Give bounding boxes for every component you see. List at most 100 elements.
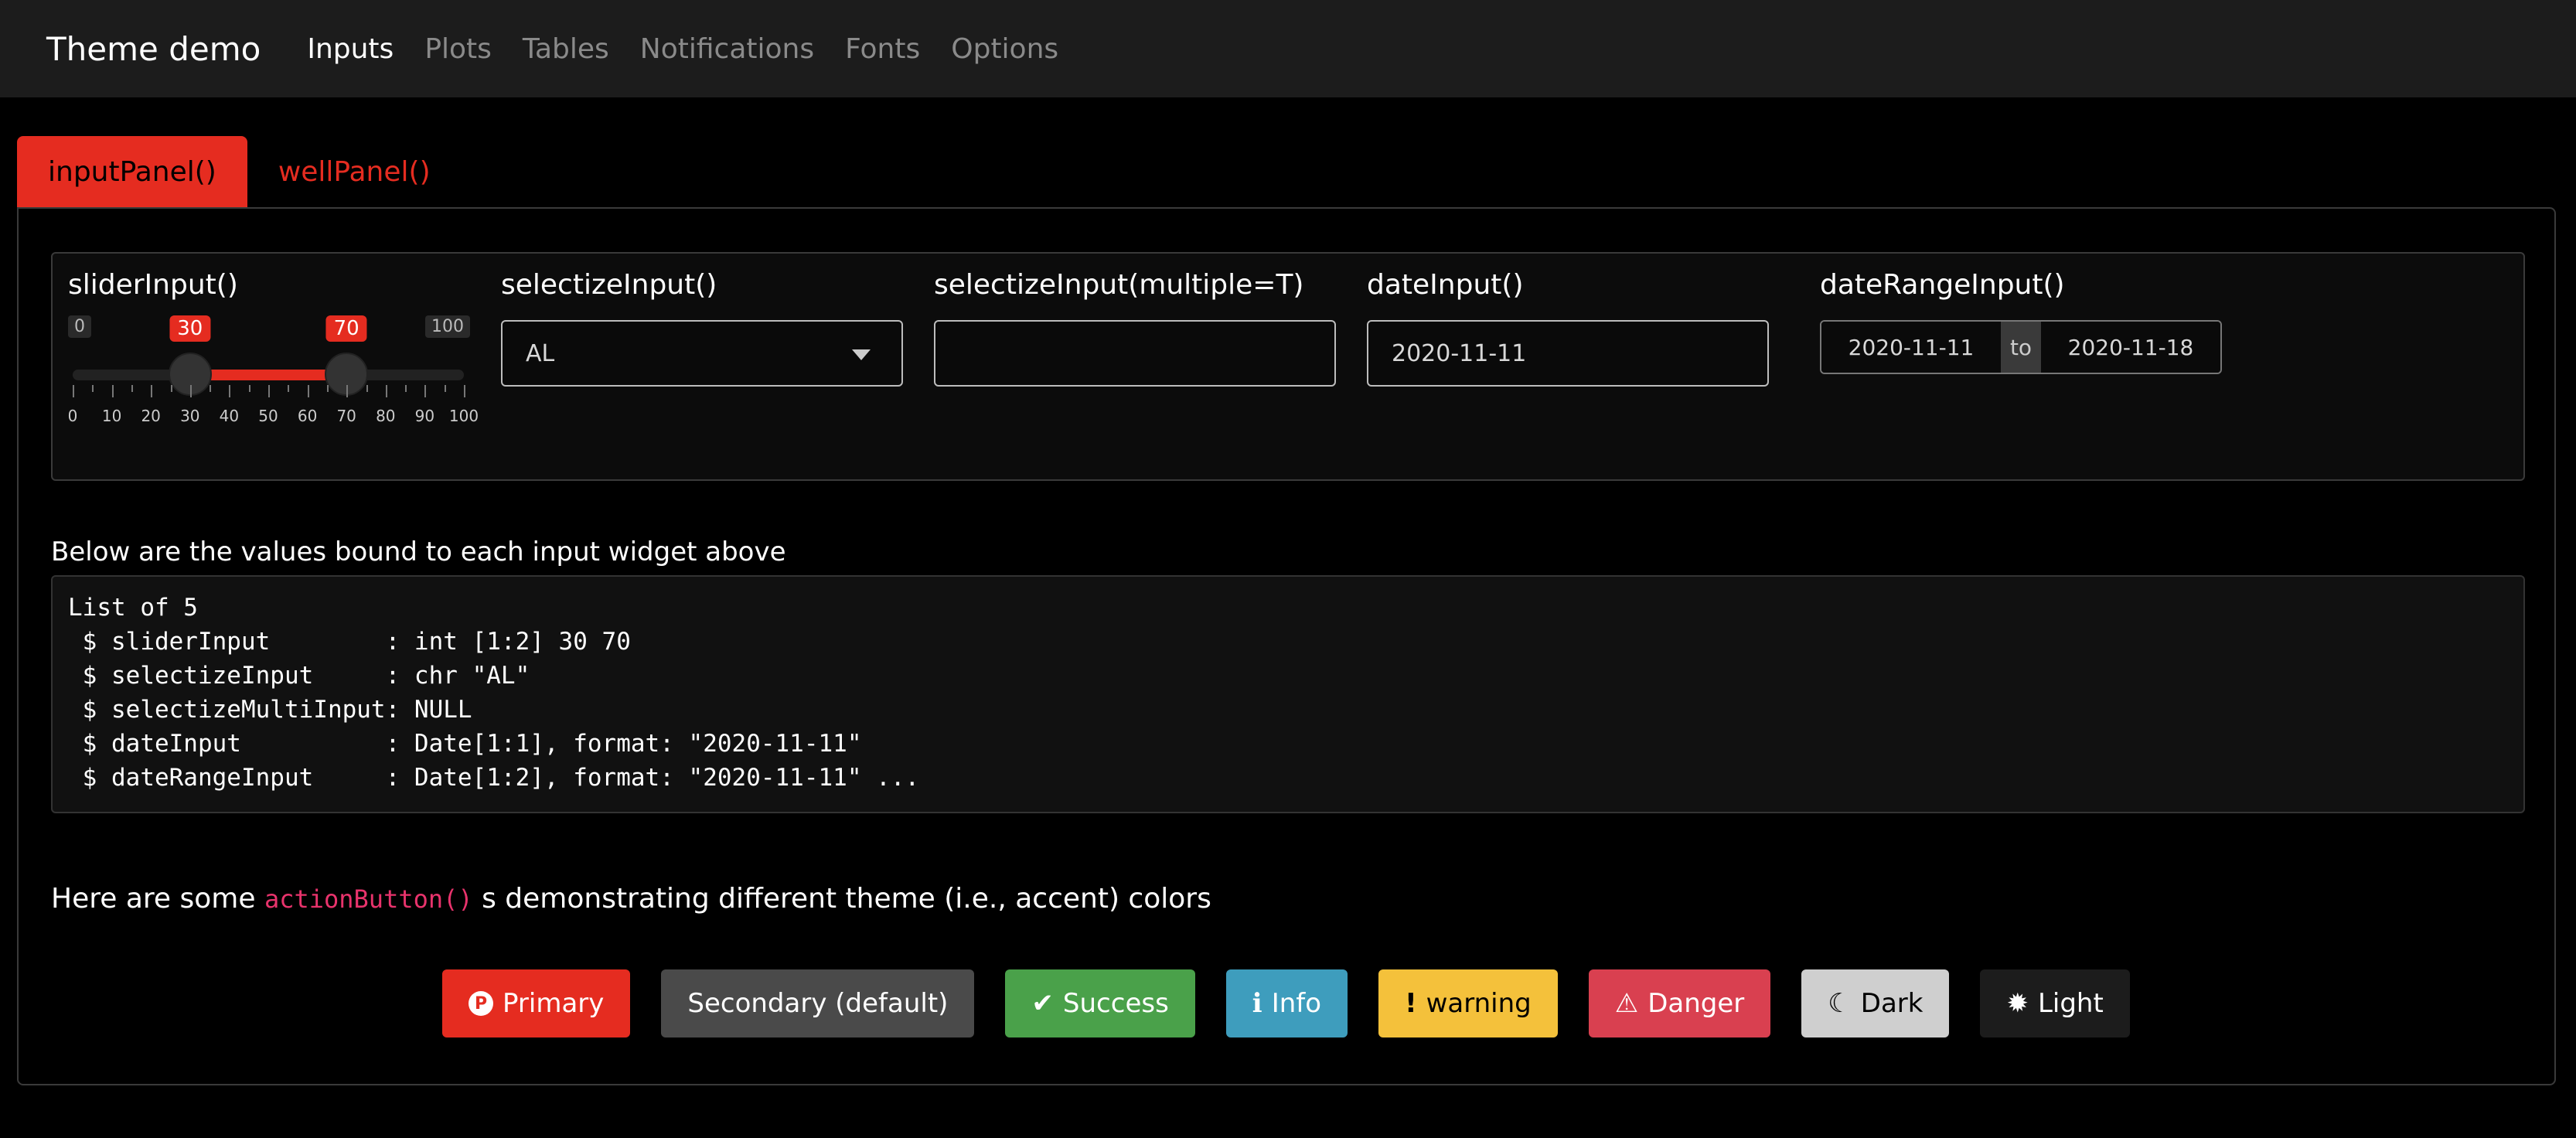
button-label: Light bbox=[2037, 988, 2104, 1019]
slider-ticks bbox=[73, 385, 465, 400]
slider-tick bbox=[151, 385, 153, 397]
nav-item-inputs[interactable]: Inputs bbox=[307, 33, 394, 65]
warning-button[interactable]: ! warning bbox=[1378, 969, 1558, 1037]
panel-tabs: inputPanel() wellPanel() bbox=[17, 136, 462, 207]
selectize-value: AL bbox=[526, 339, 555, 367]
slider-tick-label: 20 bbox=[141, 407, 161, 425]
slider-tick-label: 80 bbox=[376, 407, 396, 425]
slider-tick bbox=[405, 385, 407, 392]
input-panel: sliderInput() 0 100 30 70 0 10 20 30 40 50 60 7… bbox=[51, 252, 2525, 481]
buttons-heading: Here are some actionButton() s demonstra… bbox=[51, 883, 1211, 915]
nav-item-fonts[interactable]: Fonts bbox=[845, 33, 920, 65]
slider-range-fill bbox=[189, 370, 347, 380]
slider-tick bbox=[288, 385, 290, 392]
date-value: 2020-11-11 bbox=[1392, 339, 1527, 367]
button-label: warning bbox=[1426, 988, 1532, 1019]
button-label: Info bbox=[1271, 988, 1322, 1019]
slider-tick bbox=[189, 385, 192, 397]
slider-tick-label: 30 bbox=[180, 407, 200, 425]
nav-item-tables[interactable]: Tables bbox=[523, 33, 609, 65]
daterange-input: 2020-11-11 to 2020-11-18 bbox=[1820, 320, 2222, 374]
success-button[interactable]: ✔ Success bbox=[1005, 969, 1195, 1037]
sun-icon: ✹ bbox=[2006, 988, 2029, 1019]
slider-low-value: 30 bbox=[169, 315, 211, 342]
navbar: Theme demo Inputs Plots Tables Notificat… bbox=[0, 0, 2576, 97]
nav-item-plots[interactable]: Plots bbox=[424, 33, 492, 65]
tab-wellpanel[interactable]: wellPanel() bbox=[247, 136, 462, 207]
tab-inputpanel[interactable]: inputPanel() bbox=[17, 136, 247, 207]
slider-tick bbox=[248, 385, 250, 392]
selectize-multi-label: selectizeInput(multiple=T) bbox=[934, 269, 1304, 301]
output-line: $ sliderInput : int [1:2] 30 70 bbox=[68, 628, 631, 656]
date-input[interactable]: 2020-11-11 bbox=[1367, 320, 1769, 387]
slider-label: sliderInput() bbox=[68, 269, 238, 301]
output-line: List of 5 bbox=[68, 594, 198, 622]
buttons-heading-prefix: Here are some bbox=[51, 883, 264, 915]
slider-min-label: 0 bbox=[68, 315, 91, 338]
daterange-label: dateRangeInput() bbox=[1820, 269, 2065, 301]
output-line: $ dateRangeInput : Date[1:2], format: "2… bbox=[68, 764, 920, 792]
slider-tick bbox=[170, 385, 172, 392]
buttons-heading-suffix: s demonstrating different theme (i.e., a… bbox=[472, 883, 1211, 915]
slider-tick bbox=[346, 385, 349, 397]
nav-item-options[interactable]: Options bbox=[951, 33, 1058, 65]
slider-tick-label: 70 bbox=[336, 407, 356, 425]
chevron-down-icon bbox=[852, 349, 871, 360]
slider-tick bbox=[385, 385, 387, 397]
brand-title[interactable]: Theme demo bbox=[46, 30, 261, 68]
button-label: Success bbox=[1062, 988, 1169, 1019]
primary-button[interactable]: P Primary bbox=[442, 969, 631, 1037]
slider-high-value: 70 bbox=[325, 315, 367, 342]
warning-triangle-icon: ⚠ bbox=[1614, 988, 1639, 1019]
slider-tick bbox=[131, 385, 133, 392]
slider-tick bbox=[444, 385, 446, 392]
check-icon: ✔ bbox=[1031, 988, 1054, 1019]
slider-tick bbox=[210, 385, 212, 392]
light-button[interactable]: ✹ Light bbox=[1980, 969, 2130, 1037]
slider-tick bbox=[464, 385, 465, 397]
danger-button[interactable]: ⚠ Danger bbox=[1588, 969, 1771, 1037]
button-label: Primary bbox=[503, 988, 605, 1019]
daterange-start-field[interactable]: 2020-11-11 bbox=[1821, 322, 2001, 373]
moon-icon: ☾ bbox=[1828, 988, 1852, 1019]
slider-tick-label: 0 bbox=[67, 407, 78, 425]
slider-tick bbox=[366, 385, 368, 392]
daterange-end-field[interactable]: 2020-11-18 bbox=[2041, 322, 2220, 373]
range-slider[interactable]: 0 100 30 70 0 10 20 30 40 50 60 70 80 90 100 bbox=[67, 315, 479, 425]
nav-item-notifications[interactable]: Notifications bbox=[640, 33, 814, 65]
tab-content: sliderInput() 0 100 30 70 0 10 20 30 40 50 60 7… bbox=[17, 207, 2556, 1085]
button-label: Danger bbox=[1647, 988, 1745, 1019]
slider-tick bbox=[229, 385, 231, 397]
slider-tick bbox=[326, 385, 329, 392]
info-button[interactable]: ℹ Info bbox=[1225, 969, 1348, 1037]
selectize-input[interactable]: AL bbox=[501, 320, 903, 387]
dark-button[interactable]: ☾ Dark bbox=[1801, 969, 1950, 1037]
verbatim-output: List of 5 $ sliderInput : int [1:2] 30 7… bbox=[51, 575, 2525, 813]
output-line: $ selectizeMultiInput: NULL bbox=[68, 696, 472, 724]
selectize-multi-input[interactable] bbox=[934, 320, 1336, 387]
action-buttons-row: P Primary Secondary (default) ✔ Success ℹ Info… bbox=[442, 969, 2161, 1037]
buttons-heading-code: actionButton() bbox=[264, 884, 473, 914]
slider-tick-label: 40 bbox=[219, 407, 240, 425]
slider-tick bbox=[111, 385, 114, 397]
slider-tick bbox=[268, 385, 270, 397]
slider-track[interactable] bbox=[73, 353, 464, 396]
slider-tick bbox=[73, 385, 74, 397]
output-line: $ selectizeInput : chr "AL" bbox=[68, 662, 530, 690]
selectize-label: selectizeInput() bbox=[501, 269, 717, 301]
slider-tick bbox=[307, 385, 309, 397]
slider-tick-label: 10 bbox=[101, 407, 122, 425]
slider-max-label: 100 bbox=[425, 315, 470, 338]
slider-tick-label: 90 bbox=[414, 407, 435, 425]
slider-tick-label: 60 bbox=[297, 407, 318, 425]
info-icon: ℹ bbox=[1252, 988, 1262, 1019]
secondary-button[interactable]: Secondary (default) bbox=[661, 969, 975, 1037]
output-line: $ dateInput : Date[1:1], format: "2020-1… bbox=[68, 730, 862, 758]
slider-tick-label: 50 bbox=[258, 407, 278, 425]
slider-tick bbox=[92, 385, 94, 392]
parking-icon: P bbox=[469, 991, 493, 1016]
daterange-separator: to bbox=[2001, 322, 2041, 373]
exclamation-icon: ! bbox=[1405, 988, 1417, 1019]
slider-tick bbox=[424, 385, 427, 397]
button-label: Dark bbox=[1860, 988, 1923, 1019]
